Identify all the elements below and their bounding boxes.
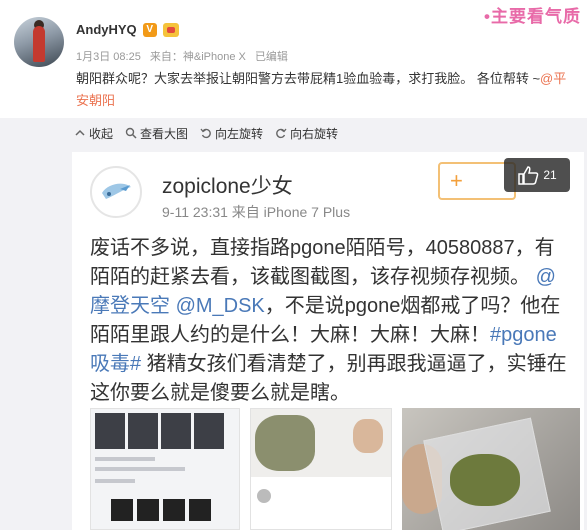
image-toolbar: 收起 查看大图 向左旋转 向右旋转	[0, 118, 587, 148]
rotate-left-icon	[200, 128, 211, 139]
post-text: 朝阳群众呢？大家去举报让朝阳警方去带屁精1验血验毒，求打我脸。 各位帮转 ~@平…	[76, 68, 576, 112]
author-avatar[interactable]	[14, 17, 64, 67]
collapse-label: 收起	[89, 126, 114, 141]
thumbnail-bag-closeup	[402, 408, 580, 530]
post-meta: 1月3日 08:25 来自：神&iPhone X 已编辑	[76, 48, 294, 64]
embed-text-c: 猪精女孩们看清楚了，别再跟我逼逼了，实锤在这你要么就是傻要么就是瞎。	[90, 353, 567, 404]
embed-thumbnails	[90, 408, 580, 530]
thumbs-up-icon	[518, 166, 539, 185]
rotate-left-button[interactable]: 向左旋转	[200, 125, 263, 142]
rotate-right-button[interactable]: 向右旋转	[275, 125, 338, 142]
embed-text-a: 废话不多说，直接指路pgone陌陌号，40580887，有陌陌的赶紧去看，该截图…	[90, 237, 555, 288]
bird-logo-icon	[102, 183, 131, 199]
embed-avatar	[90, 166, 142, 218]
post-date[interactable]: 1月3日 08:25	[76, 51, 141, 63]
embed-source: 来自 iPhone 7 Plus	[231, 204, 351, 220]
thumbnail-bag-photo	[250, 408, 392, 530]
embed-meta: 9-11 23:31 来自 iPhone 7 Plus	[162, 202, 350, 222]
author-name[interactable]: AndyHYQ	[76, 22, 137, 37]
embed-mention-2: @M_DSK	[175, 295, 265, 317]
author-row: AndyHYQ V	[76, 22, 179, 37]
edited-label[interactable]: 已编辑	[255, 51, 288, 63]
collapse-button[interactable]: 收起	[74, 125, 113, 142]
rotate-right-icon	[276, 128, 287, 139]
follow-plus-icon: +	[450, 168, 463, 193]
verified-v-icon: V	[142, 22, 157, 37]
embed-time: 9-11 23:31	[162, 204, 228, 220]
post-source: 来自：神&iPhone X	[149, 51, 246, 63]
view-large-button[interactable]: 查看大图	[125, 125, 188, 142]
expanded-image[interactable]: zopiclone少女 9-11 23:31 来自 iPhone 7 Plus …	[0, 148, 587, 530]
member-crown-icon	[162, 22, 179, 37]
like-button[interactable]: 21	[504, 158, 570, 192]
rotate-left-label: 向左旋转	[215, 126, 264, 141]
embed-text: 废话不多说，直接指路pgone陌陌号，40580887，有陌陌的赶紧去看，该截图…	[90, 234, 570, 408]
thumbnail-app-screenshot	[90, 408, 240, 530]
zoom-icon	[125, 127, 137, 139]
embed-username: zopiclone少女	[162, 175, 293, 198]
weibo-post: AndyHYQ V 1月3日 08:25 来自：神&iPhone X 已编辑 朝…	[0, 0, 587, 118]
embedded-screenshot: zopiclone少女 9-11 23:31 来自 iPhone 7 Plus …	[72, 152, 584, 530]
post-body: 朝阳群众呢？大家去举报让朝阳警方去带屁精1验血验毒，求打我脸。 各位帮转 ~	[76, 71, 541, 86]
like-count: 21	[543, 168, 557, 182]
view-large-label: 查看大图	[140, 126, 189, 141]
collapse-icon	[75, 129, 85, 136]
rotate-right-label: 向右旋转	[290, 126, 339, 141]
